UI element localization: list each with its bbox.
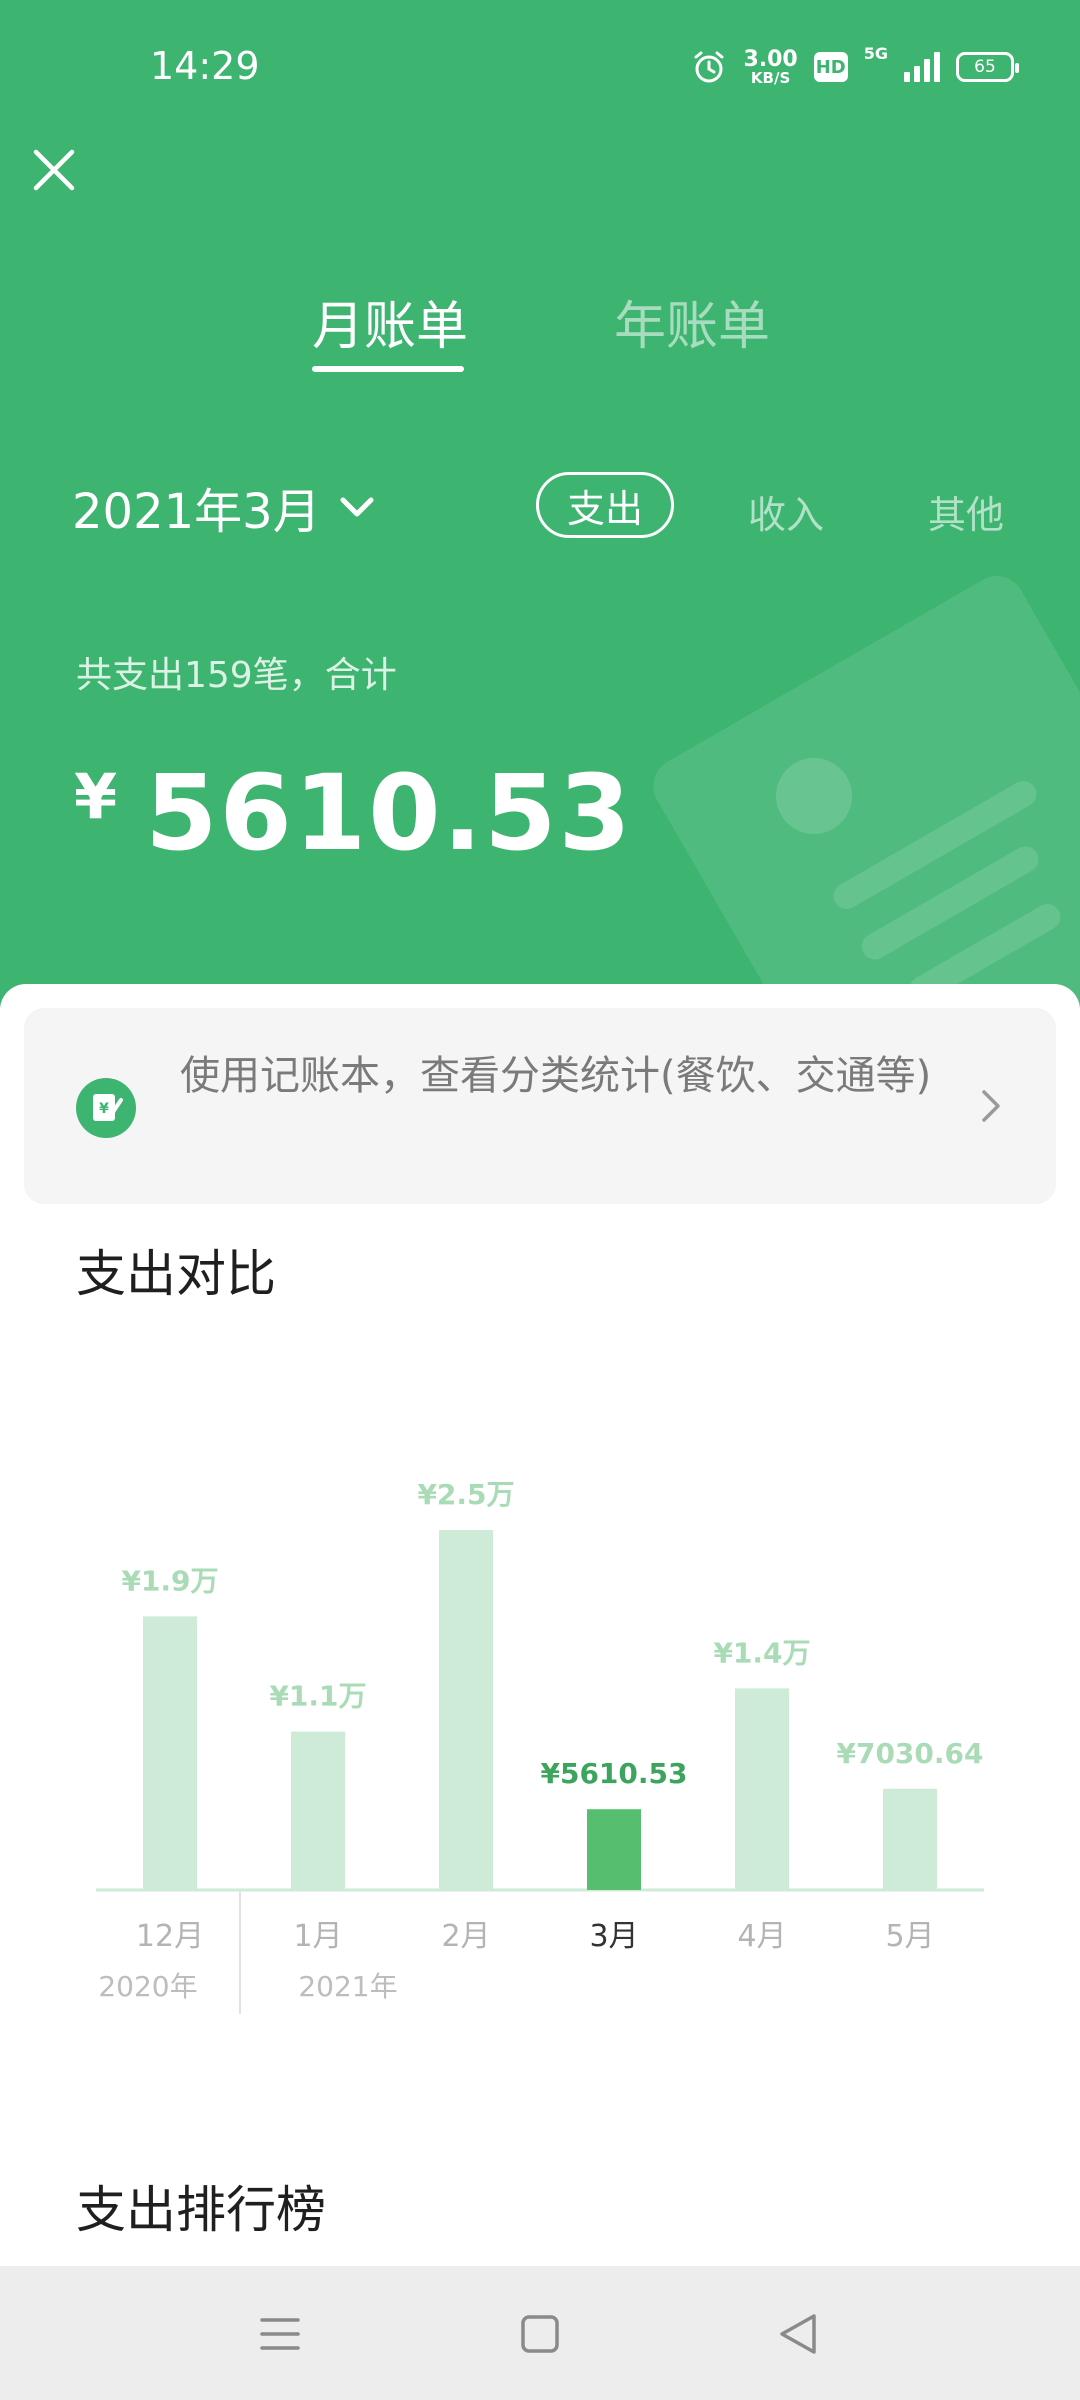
- tab-monthly-bill[interactable]: 月账单: [312, 284, 468, 359]
- decorative-dot: [776, 758, 852, 834]
- chart-bar: [883, 1788, 937, 1890]
- chart-value-label: ¥1.9万: [121, 1564, 218, 1597]
- chart-bar: [291, 1731, 345, 1890]
- chart-category-label: 1月: [293, 1919, 342, 1954]
- chevron-down-icon: [340, 497, 374, 517]
- currency-symbol: ¥: [74, 760, 118, 833]
- network-speed-unit: KB/S: [750, 68, 791, 87]
- chart-category-label: 5月: [885, 1919, 934, 1954]
- network-speed-value: 3.00: [743, 46, 798, 72]
- battery-level: 65: [974, 57, 996, 77]
- status-time: 14:29: [150, 44, 260, 88]
- hd-icon: HD: [813, 52, 848, 82]
- status-icons: 3.00 KB/S HD 5G 65: [691, 42, 1019, 92]
- back-icon[interactable]: [768, 2302, 832, 2366]
- month-selector[interactable]: 2021年3月: [72, 472, 375, 542]
- chart-value-label: ¥2.5万: [417, 1478, 514, 1511]
- expense-ranking-title: 支出排行榜: [76, 2181, 326, 2239]
- network-speed: 3.00 KB/S: [743, 46, 798, 87]
- signal-icon: [904, 52, 940, 82]
- active-tab-indicator: [312, 366, 464, 372]
- home-icon[interactable]: [508, 2302, 572, 2366]
- total-amount-value: 5610.53: [145, 752, 633, 874]
- tab-yearly-bill[interactable]: 年账单: [614, 284, 770, 359]
- expense-summary-text: 共支出159笔，合计: [76, 655, 397, 696]
- chart-value-label: ¥1.1万: [269, 1680, 366, 1713]
- filter-expense[interactable]: 支出: [536, 472, 674, 538]
- bill-content: ¥ 使用记账本，查看分类统计(餐饮、交通等) 支出对比 ¥1.9万 12月 ¥1.1…: [0, 984, 1080, 2266]
- chart-year-label: 2020年: [98, 1970, 197, 2003]
- close-icon[interactable]: [28, 144, 80, 196]
- network-type: 5G: [863, 44, 888, 63]
- chart-value-label: ¥1.4万: [713, 1636, 810, 1669]
- system-nav-bar: [0, 2266, 1080, 2400]
- total-amount: ¥ 5610.53: [74, 752, 633, 874]
- alarm-icon: [694, 51, 724, 83]
- chart-category-label: 3月: [589, 1919, 638, 1954]
- bill-header: 14:29 3.00 KB/S HD 5G 65 月账单 年账单 2021年3月…: [0, 0, 1080, 1010]
- filter-other[interactable]: 其他: [928, 484, 1004, 539]
- chart-bar: [587, 1809, 641, 1890]
- chart-bar: [735, 1688, 789, 1890]
- filter-income[interactable]: 收入: [748, 484, 824, 539]
- battery-icon: 65: [956, 52, 1019, 82]
- chart-category-label: 12月: [136, 1919, 204, 1954]
- chart-bar: [439, 1530, 493, 1890]
- chart-bar: [143, 1616, 197, 1890]
- chart-year-label: 2021年: [298, 1970, 397, 2003]
- chart-value-label: ¥7030.64: [836, 1737, 983, 1770]
- month-selector-label: 2021年3月: [72, 484, 321, 540]
- expense-comparison-chart: ¥1.9万 12月 ¥1.1万 1月 ¥2.5万 2月 ¥5610.53 3月 ¥1.4万 4月 ¥…: [96, 1478, 984, 2014]
- chart-value-label: ¥5610.53: [540, 1757, 687, 1790]
- menu-icon[interactable]: [248, 2302, 312, 2366]
- chart-category-label: 2月: [441, 1919, 490, 1954]
- chart-category-label: 4月: [737, 1919, 786, 1954]
